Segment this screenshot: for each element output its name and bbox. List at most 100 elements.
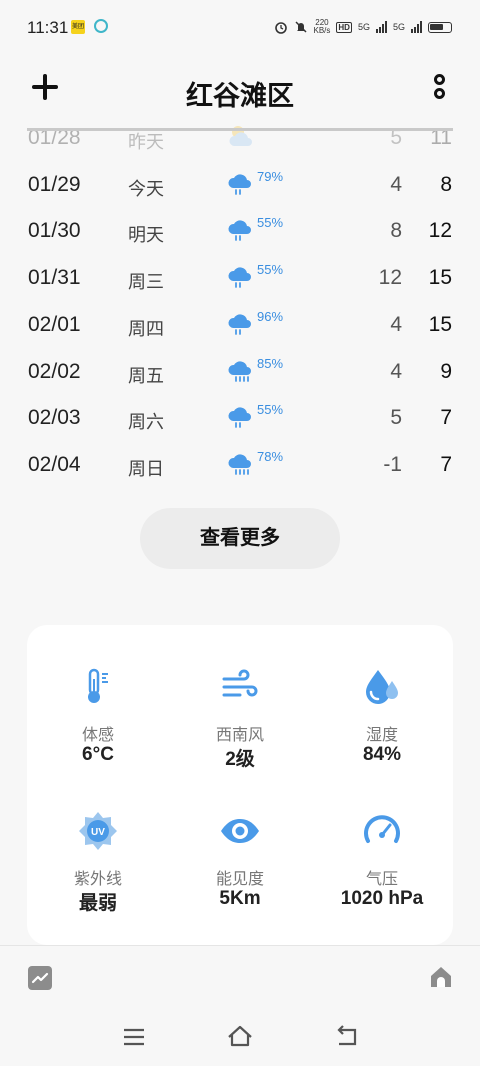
high-temperature: 15 — [428, 266, 452, 290]
forecast-row[interactable]: 01/30 明天 55% 8 12 — [0, 211, 480, 257]
detail-value: 84% — [362, 744, 402, 765]
uv-icon: UV — [76, 809, 120, 853]
forecast-row[interactable]: 02/02 周五 85% 4 9 — [0, 352, 480, 398]
detail-item: 西南风 2级 — [169, 665, 311, 785]
forecast-day: 周三 — [128, 272, 164, 293]
forecast-day: 今天 — [128, 178, 164, 199]
precipitation-probability: 85% — [257, 355, 284, 371]
rain-icon — [226, 262, 256, 292]
detail-label: 湿度 — [365, 727, 398, 744]
network-speed: 220 KB/s — [314, 19, 331, 35]
low-temperature: 8 — [390, 219, 402, 243]
high-temperature: 12 — [428, 219, 452, 243]
precipitation-probability: 55% — [257, 402, 284, 418]
forecast-date: 02/02 — [28, 359, 81, 383]
more-options-button[interactable] — [432, 74, 446, 102]
forecast-row[interactable]: 01/31 周三 55% 12 15 — [0, 258, 480, 304]
battery-icon — [428, 21, 452, 33]
back-nav-icon[interactable] — [327, 1016, 367, 1056]
detail-item: 气压 1020 hPa — [311, 809, 453, 929]
low-temperature: 4 — [390, 359, 402, 383]
forecast-date: 01/31 — [28, 266, 81, 290]
low-temperature: -1 — [383, 452, 402, 476]
precipitation-probability: 55% — [257, 262, 284, 278]
high-temperature: 7 — [440, 406, 452, 430]
heavy-rain-icon — [226, 449, 256, 479]
header-divider — [27, 128, 453, 131]
bottom-divider — [0, 945, 480, 946]
forecast-day: 明天 — [128, 225, 164, 246]
weather-page: 11:31 美团 220 KB/s HD 5G 5G 红谷滩区 01/28 昨天 5 1… — [0, 0, 480, 1066]
forecast-date: 02/01 — [28, 312, 81, 336]
home-nav-icon[interactable] — [220, 1016, 260, 1056]
system-navigation-bar — [0, 1016, 480, 1060]
forecast-day: 周五 — [128, 365, 164, 386]
status-indicators: 220 KB/s HD 5G 5G — [274, 14, 452, 40]
home-tab-icon[interactable] — [428, 964, 454, 990]
detail-label: 气压 — [365, 871, 398, 888]
detail-label: 体感 — [81, 727, 114, 744]
high-temperature: 9 — [440, 359, 452, 383]
detail-value: 5Km — [219, 888, 261, 909]
forecast-row[interactable]: 01/29 今天 79% 4 8 — [0, 165, 480, 211]
signal-icon — [375, 21, 387, 33]
trend-chart-icon[interactable] — [28, 966, 52, 990]
thermometer-icon — [76, 665, 120, 709]
rain-icon — [226, 215, 256, 245]
status-time: 11:31 — [27, 18, 69, 37]
low-temperature: 12 — [378, 266, 402, 290]
forecast-day: 昨天 — [128, 132, 164, 152]
wind-icon — [218, 665, 262, 709]
partly-cloudy-icon — [226, 122, 256, 152]
pressure-gauge-icon — [360, 809, 404, 853]
forecast-row[interactable]: 01/28 昨天 5 11 — [0, 118, 480, 164]
humidity-icon — [360, 665, 404, 709]
network-speed-unit: KB/s — [313, 26, 331, 35]
detail-label: 西南风 — [215, 727, 264, 744]
detail-item: UV 紫外线 最弱 — [27, 809, 169, 929]
weather-details-card: 体感 6°C 西南风 2级 湿度 84% UV 紫外线 最弱 能见度 5Km 气压 1020 hPa — [27, 625, 453, 945]
sim2-label: 5G — [392, 22, 405, 32]
high-temperature: 8 — [440, 172, 452, 196]
menu-icon[interactable] — [114, 1016, 154, 1056]
header: 红谷滩区 — [0, 60, 480, 120]
eye-icon — [218, 809, 262, 853]
hd-voice-icon: HD — [336, 21, 352, 33]
detail-item: 湿度 84% — [311, 665, 453, 785]
low-temperature: 4 — [390, 312, 402, 336]
forecast-day: 周六 — [128, 412, 164, 433]
low-temperature: 5 — [390, 406, 402, 430]
forecast-date: 02/03 — [28, 406, 81, 430]
meituan-notification-icon: 美团 — [71, 20, 85, 34]
detail-value: 最弱 — [78, 893, 117, 914]
forecast-row[interactable]: 02/04 周日 78% -1 7 — [0, 445, 480, 491]
detail-item: 体感 6°C — [27, 665, 169, 785]
app-notification-icon — [94, 19, 108, 33]
page-title: 红谷滩区 — [186, 81, 294, 111]
high-temperature: 15 — [428, 312, 452, 336]
heavy-rain-icon — [226, 356, 256, 386]
detail-label: 能见度 — [215, 871, 264, 888]
forecast-row[interactable]: 02/01 周四 96% 4 15 — [0, 305, 480, 351]
forecast-day: 周日 — [128, 458, 164, 479]
precipitation-probability: 79% — [257, 168, 284, 184]
status-bar: 11:31 美团 220 KB/s HD 5G 5G — [0, 0, 480, 56]
forecast-row[interactable]: 02/03 周六 55% 5 7 — [0, 398, 480, 444]
detail-value: 1020 hPa — [340, 888, 424, 909]
detail-value: 6°C — [82, 744, 114, 765]
see-more-button[interactable]: 查看更多 — [140, 508, 340, 569]
precipitation-probability: 78% — [257, 448, 284, 464]
sim1-label: 5G — [357, 22, 370, 32]
alarm-icon — [274, 22, 287, 34]
rain-icon — [226, 169, 256, 199]
detail-value: 2级 — [225, 749, 255, 770]
forecast-date: 01/30 — [28, 219, 81, 243]
low-temperature: 4 — [390, 172, 402, 196]
rain-icon — [226, 309, 256, 339]
detail-item: 能见度 5Km — [169, 809, 311, 929]
precipitation-probability: 96% — [257, 308, 284, 324]
high-temperature: 7 — [440, 452, 452, 476]
mute-icon — [294, 21, 307, 33]
rain-icon — [226, 402, 256, 432]
forecast-date: 02/04 — [28, 452, 81, 476]
